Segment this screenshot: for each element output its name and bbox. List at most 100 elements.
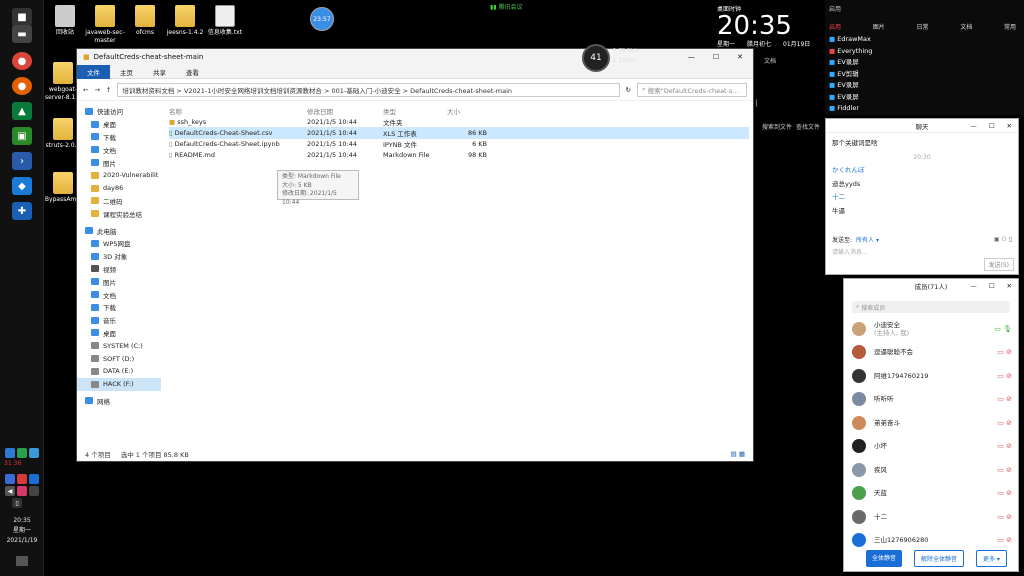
speed-widget[interactable]: 41 <box>582 44 610 72</box>
mic-muted-icon[interactable]: ▭ ⊘ <box>997 395 1012 403</box>
maximize-button[interactable]: ☐ <box>989 122 995 130</box>
launcher-tab[interactable]: 图片 <box>873 22 885 31</box>
launcher-item[interactable]: ■ EV剪辑 <box>829 69 872 81</box>
terminal-icon[interactable]: ▣ <box>12 127 32 145</box>
member-row[interactable]: 十二 ▭ ⊘ <box>844 505 1018 529</box>
member-row[interactable]: 逗逼聪聪不会 ▭ ⊘ <box>844 341 1018 365</box>
member-row[interactable]: 小迪安全 (主持人, 我) ▭ 🎙 <box>844 317 1018 341</box>
desktop-icon-folder[interactable]: javaweb-sec-master <box>84 5 126 45</box>
minimize-button[interactable]: — <box>970 282 977 290</box>
nav-item[interactable]: 下载 <box>77 131 161 144</box>
maximize-button[interactable]: ☐ <box>989 282 995 290</box>
launcher-tab[interactable]: 常用 <box>1004 22 1016 31</box>
nav-item[interactable]: 桌面 <box>77 118 161 131</box>
launcher-item[interactable]: ■ EdrawMax <box>829 34 872 46</box>
members-search-input[interactable]: ⌕ 搜索成员 <box>852 301 1010 313</box>
launcher-tab[interactable]: 文档 <box>960 22 972 31</box>
member-row[interactable]: 阿维1794760219 ▭ ⊘ <box>844 364 1018 388</box>
chat-titlebar[interactable]: 聊天 — ☐ ✕ <box>826 119 1018 133</box>
explorer-taskbar-icon[interactable]: ▬ <box>12 25 32 43</box>
nav-item[interactable]: 下载 <box>77 301 161 314</box>
desktop-icon-folder[interactable]: jeesns-1.4.2 <box>164 5 206 37</box>
forward-arrow-icon[interactable]: → <box>94 86 99 94</box>
mic-muted-icon[interactable]: ▭ ⊘ <box>997 372 1012 380</box>
search-files-label[interactable]: 搜索到文件 <box>762 122 792 131</box>
nav-item[interactable]: WPS网盘 <box>77 237 161 250</box>
app-icon[interactable]: ▲ <box>12 102 32 120</box>
chat-input[interactable]: 请输入消息... <box>832 247 868 256</box>
launcher-tab[interactable]: 日常 <box>916 22 928 31</box>
tray-icon[interactable] <box>5 474 15 484</box>
mic-muted-icon[interactable]: ▭ ⊘ <box>997 489 1012 497</box>
nav-item[interactable]: 图片 <box>77 156 161 169</box>
more-button[interactable]: 更多 ▾ <box>976 550 1007 567</box>
minimize-button[interactable]: — <box>688 53 695 61</box>
file-row[interactable]: ▯ DefaultCreds-Cheat-Sheet.ipynb 2021/1/5… <box>169 139 749 150</box>
send-to-select[interactable]: 所有人 ▾ <box>856 235 879 244</box>
nav-item[interactable]: day86 <box>77 182 161 195</box>
mic-muted-icon[interactable]: ▭ ⊘ <box>997 513 1012 521</box>
nav-item[interactable]: 网络 <box>77 395 161 408</box>
nav-item[interactable]: 此电脑 <box>77 224 161 237</box>
member-row[interactable]: 疾风 ▭ ⊘ <box>844 458 1018 482</box>
mic-on-icon[interactable]: ▭ 🎙 <box>994 325 1012 333</box>
nav-item[interactable]: SYSTEM (C:) <box>77 339 161 352</box>
launcher-item[interactable]: ■ Everything <box>829 46 872 58</box>
ribbon-tab-share[interactable]: 共享 <box>143 65 176 79</box>
tray-icon[interactable] <box>29 474 39 484</box>
chrome-icon[interactable]: ● <box>12 52 32 70</box>
nav-item[interactable]: SOFT (D:) <box>77 352 161 365</box>
mic-muted-icon[interactable]: ▭ ⊘ <box>997 348 1012 356</box>
column-date[interactable]: 修改日期 <box>307 106 383 116</box>
member-row[interactable]: 小坏 ▭ ⊘ <box>844 435 1018 459</box>
nav-item[interactable]: 音乐 <box>77 314 161 327</box>
timer-circle[interactable]: 23:57 <box>310 7 334 31</box>
member-row[interactable]: 弟弟奋斗 ▭ ⊘ <box>844 411 1018 435</box>
nav-item[interactable]: 快速访问 <box>77 105 161 118</box>
launcher-item[interactable]: ■ Fiddler <box>829 103 872 115</box>
close-button[interactable]: ✕ <box>737 53 743 61</box>
mute-all-button[interactable]: 全体静音 <box>866 550 903 567</box>
column-type[interactable]: 类型 <box>383 106 447 116</box>
nav-item[interactable]: 课程实验总结 <box>77 207 161 220</box>
ribbon-tab-file[interactable]: 文件 <box>77 64 110 79</box>
ribbon-tab-view[interactable]: 查看 <box>176 65 209 79</box>
nav-item[interactable]: HACK (F:) <box>77 377 161 391</box>
desktop-icon-file[interactable]: 信息收集.txt <box>204 5 246 37</box>
refresh-icon[interactable]: ↻ <box>626 86 631 94</box>
nav-item[interactable]: 3D 对象 <box>77 250 161 263</box>
nav-item[interactable]: DATA (E:) <box>77 365 161 378</box>
nav-item[interactable]: 二维码 <box>77 195 161 208</box>
mic-muted-icon[interactable]: ▭ ⊘ <box>997 442 1012 450</box>
find-files-label[interactable]: 查找文件 <box>796 122 820 131</box>
member-row[interactable]: 三山1276906280 ▭ ⊘ <box>844 529 1018 553</box>
nav-item[interactable]: 桌面 <box>77 327 161 340</box>
file-row[interactable]: ▯ README.md 2021/1/5 10:44 Markdown File 98… <box>169 150 749 161</box>
nav-item[interactable]: 视频 <box>77 263 161 276</box>
ribbon-tab-home[interactable]: 主页 <box>110 65 143 79</box>
maximize-button[interactable]: ☐ <box>713 53 719 61</box>
tray-icon[interactable] <box>17 448 27 458</box>
taskbar-clock[interactable]: 20:35 星期一 2021/1/19 <box>0 516 44 546</box>
powershell-icon[interactable]: › <box>12 152 32 170</box>
nav-item[interactable]: 图片 <box>77 275 161 288</box>
nav-item[interactable]: 文档 <box>77 143 161 156</box>
desktop-icon-recycle[interactable]: 回收站 <box>44 5 86 37</box>
tray-icon[interactable] <box>5 448 15 458</box>
unmute-all-button[interactable]: 解除全体静音 <box>914 550 965 567</box>
view-toggle-icon[interactable]: ▤ ▦ <box>731 450 745 458</box>
app-icon-2[interactable]: ✚ <box>12 202 32 220</box>
launcher-tab[interactable]: 启用 <box>829 22 841 31</box>
launcher-item[interactable]: ■ EV录屏 <box>829 80 872 92</box>
explorer-titlebar[interactable]: ■ DefaultCreds-cheat-sheet-main — ☐ ✕ <box>77 49 753 65</box>
member-row[interactable]: 天蓝 ▭ ⊘ <box>844 482 1018 506</box>
close-button[interactable]: ✕ <box>1007 282 1012 290</box>
firefox-icon[interactable]: ● <box>12 77 32 95</box>
launcher-item[interactable]: ■ EV录屏 <box>829 57 872 69</box>
notification-icon[interactable] <box>16 556 28 566</box>
desktop-icon-folder[interactable]: ofcms <box>124 5 166 37</box>
network-icon[interactable]: ▯ <box>12 498 22 508</box>
column-name[interactable]: 名称 <box>169 106 307 116</box>
minimize-button[interactable]: — <box>970 122 977 130</box>
file-row[interactable]: ▯ DefaultCreds-Cheat-Sheet.csv 2021/1/5 1… <box>169 127 749 139</box>
